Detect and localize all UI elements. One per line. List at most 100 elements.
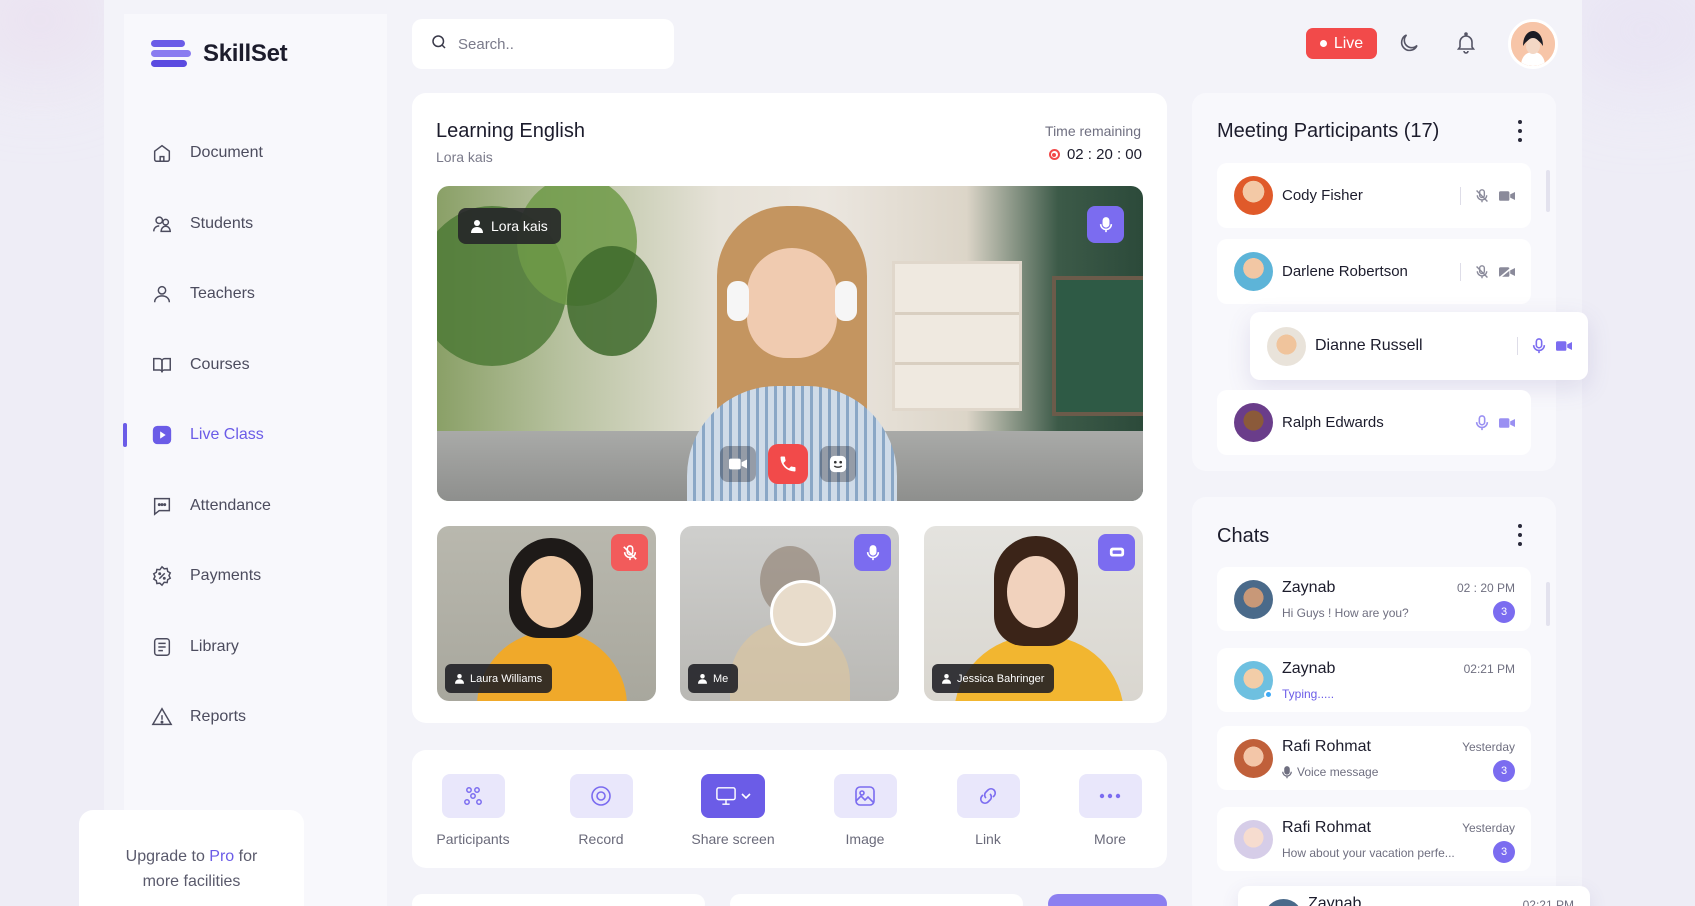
sidebar-item-document[interactable]: Document (124, 118, 387, 189)
active-indicator (123, 423, 127, 448)
chat-item[interactable]: Rafi Rohmat How about your vacation perf… (1217, 807, 1531, 871)
tool-label: Record (578, 831, 624, 847)
sidebar-item-label: Teachers (190, 285, 255, 303)
user-avatar[interactable] (1508, 19, 1558, 69)
camera-off-icon (1499, 265, 1515, 278)
avatar (1267, 326, 1306, 366)
mic-on-icon (1532, 338, 1546, 354)
mic-muted-icon[interactable] (611, 534, 648, 571)
chat-item[interactable]: Zaynab Typing..... 02:21 PM (1217, 648, 1531, 712)
headphone-shape (727, 281, 749, 321)
end-call-button[interactable] (768, 444, 808, 484)
participants-menu-icon[interactable] (1517, 120, 1523, 142)
bell-icon[interactable] (1452, 29, 1480, 57)
participants-button[interactable]: Participants (428, 774, 518, 847)
students-icon (150, 212, 174, 236)
record-button[interactable]: Record (556, 774, 646, 847)
chat-name: Zaynab (1282, 579, 1336, 596)
logo-icon (151, 39, 191, 69)
participant-row[interactable]: Ralph Edwards (1217, 390, 1531, 455)
mic-on-icon[interactable] (854, 534, 891, 571)
chat-item[interactable]: Zaynab 02:21 PM (1238, 886, 1590, 906)
tool-label: Link (975, 831, 1001, 847)
discount-icon (150, 564, 174, 588)
speaker-name-tag: Lora kais (458, 208, 561, 244)
more-button[interactable]: More (1065, 774, 1155, 847)
chat-message-text: Voice message (1297, 765, 1379, 779)
sidebar-nav: Document Students Teachers Courses Live … (123, 118, 387, 753)
participant-name: Me (713, 672, 729, 685)
chats-menu-icon[interactable] (1517, 524, 1523, 546)
search-box[interactable] (412, 19, 674, 69)
unread-badge: 3 (1493, 841, 1515, 863)
image-button[interactable]: Image (820, 774, 910, 847)
chats-scrollbar[interactable] (1546, 582, 1550, 626)
sidebar-item-library[interactable]: Library (124, 612, 387, 683)
mic-on-icon[interactable] (1087, 206, 1124, 243)
unread-badge: 3 (1493, 601, 1515, 623)
share-screen-button[interactable]: Share screen (688, 774, 778, 847)
chat-item[interactable]: Rafi Rohmat Voice message Yesterday 3 (1217, 726, 1531, 790)
record-indicator-icon (1048, 149, 1060, 160)
sidebar-item-live-class[interactable]: Live Class (123, 400, 387, 471)
live-dot-icon (1319, 40, 1327, 47)
upgrade-banner[interactable]: Upgrade to Pro for more facilities (79, 810, 304, 906)
participant-figure (521, 556, 581, 628)
mic-icon (1282, 765, 1292, 778)
chat-time: Yesterday (1462, 821, 1515, 835)
person-icon (942, 674, 951, 684)
sidebar-item-students[interactable]: Students (124, 189, 387, 260)
participant-tile[interactable]: Laura Williams (437, 526, 656, 701)
chat-name: Zaynab (1308, 895, 1362, 906)
camera-button[interactable] (720, 446, 756, 482)
moon-icon[interactable] (1395, 29, 1423, 57)
participant-row[interactable]: Cody Fisher (1217, 163, 1531, 228)
sidebar-item-payments[interactable]: Payments (124, 541, 387, 612)
camera-icon (1499, 417, 1515, 428)
sidebar-item-teachers[interactable]: Teachers (124, 259, 387, 330)
avatar (1234, 403, 1273, 442)
search-input[interactable] (458, 35, 658, 53)
sidebar-item-reports[interactable]: Reports (124, 682, 387, 753)
sidebar-item-attendance[interactable]: Attendance (124, 471, 387, 542)
home-icon (150, 141, 174, 165)
logo[interactable]: SkillSet (151, 39, 288, 69)
emoji-button[interactable] (820, 446, 856, 482)
link-button[interactable]: Link (943, 774, 1033, 847)
sidebar-item-courses[interactable]: Courses (124, 330, 387, 401)
participant-name-tag: Jessica Bahringer (932, 664, 1055, 693)
monitor-icon (701, 774, 765, 818)
live-button[interactable]: Live (1306, 28, 1377, 59)
chat-message: Typing..... (1282, 687, 1335, 701)
mic-on-icon (1475, 414, 1489, 430)
camera-icon (1556, 341, 1572, 351)
chat-item[interactable]: Zaynab Hi Guys ! How are you? 02 : 20 PM… (1217, 567, 1531, 631)
sidebar-item-label: Payments (190, 567, 262, 585)
upgrade-line1: Upgrade to Pro for (125, 848, 258, 865)
person-icon (471, 220, 483, 233)
participant-tile-me[interactable]: Me (680, 526, 899, 701)
screen-share-icon[interactable] (1098, 534, 1135, 571)
live-label: Live (1333, 34, 1364, 52)
avatar (1234, 580, 1273, 619)
meeting-toolbar (412, 750, 1167, 868)
chat-time: 02 : 20 PM (1456, 581, 1515, 595)
participant-name: Darlene Robertson (1282, 263, 1408, 280)
sidebar-item-label: Live Class (190, 426, 264, 444)
bottom-card (730, 894, 1023, 906)
search-icon (430, 33, 448, 56)
app-name: SkillSet (203, 40, 288, 67)
participant-name-tag: Me (688, 664, 739, 693)
participant-row-hover[interactable]: Dianne Russell (1250, 312, 1588, 380)
bottom-button[interactable] (1048, 894, 1167, 906)
main-video[interactable]: Lora kais (437, 186, 1143, 501)
chalkboard (1052, 276, 1143, 416)
class-teacher: Lora kais (436, 149, 493, 165)
pro-link[interactable]: Pro (209, 848, 234, 865)
teacher-face (747, 248, 837, 358)
participants-scrollbar[interactable] (1546, 170, 1550, 212)
tool-label: Participants (436, 831, 510, 847)
participant-tile[interactable]: Jessica Bahringer (924, 526, 1143, 701)
participant-row[interactable]: Darlene Robertson (1217, 239, 1531, 304)
chevron-down-icon (741, 793, 751, 800)
